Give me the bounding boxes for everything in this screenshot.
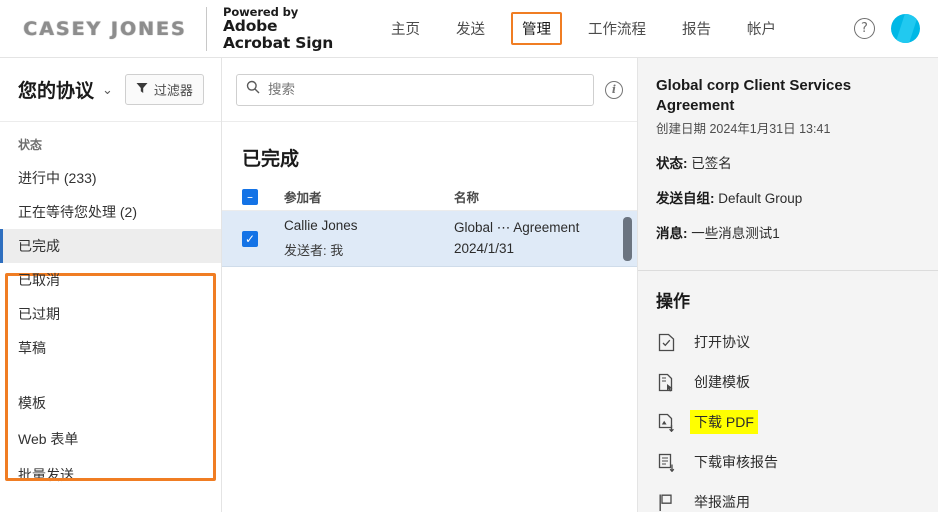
row-sender: 发送者: 我 — [284, 242, 344, 258]
search-icon — [246, 80, 260, 99]
agreements-table: – 参加者 名称 ✓ Callie Jones 发送者: 我 Global ⋯ … — [222, 183, 637, 267]
detail-value-group: Default Group — [718, 191, 803, 206]
select-all-checkbox[interactable]: – — [242, 188, 258, 205]
table-header-row: – 参加者 名称 — [222, 183, 637, 211]
sidebar-item-draft[interactable]: 草稿 — [0, 331, 221, 365]
detail-label-status: 状态: — [656, 156, 688, 171]
document-cursor-icon — [656, 372, 676, 392]
status-section-label: 状态 — [18, 138, 43, 152]
info-icon[interactable]: i — [605, 80, 623, 99]
search-row: i — [222, 58, 637, 122]
detail-field-group: 发送自组: Default Group — [656, 187, 920, 207]
table-scrollbar-thumb[interactable] — [623, 217, 632, 261]
sidebar-item-in-progress[interactable]: 进行中 (233) — [0, 161, 221, 195]
document-check-icon — [656, 332, 676, 352]
detail-field-status: 状态: 已签名 — [656, 152, 920, 172]
action-report-abuse[interactable]: 举报滥用 — [638, 482, 938, 512]
nav-item-workflow[interactable]: 工作流程 — [578, 12, 656, 45]
avatar[interactable] — [891, 14, 920, 43]
action-open-agreement[interactable]: 打开协议 — [638, 322, 938, 362]
filter-button-label: 过滤器 — [153, 83, 193, 98]
funnel-icon — [136, 81, 148, 99]
row-participant-name: Callie Jones — [284, 217, 358, 233]
list-title: 已完成 — [242, 149, 300, 170]
detail-value-status: 已签名 — [691, 156, 732, 171]
action-create-template[interactable]: 创建模板 — [638, 362, 938, 402]
download-pdf-icon — [656, 412, 676, 432]
action-download-pdf-label: 下载 PDF — [690, 410, 758, 434]
row-checkbox[interactable]: ✓ — [242, 230, 258, 247]
action-download-audit-report[interactable]: 下载审核报告 — [638, 442, 938, 482]
download-report-icon — [656, 452, 676, 472]
chevron-down-icon[interactable]: ⌄ — [102, 82, 113, 98]
row-agreement-name: Global ⋯ Agreement — [454, 220, 580, 236]
nav-item-home[interactable]: 主页 — [381, 12, 430, 45]
actions-title: 操作 — [656, 292, 690, 311]
details-panel: Global corp Client Services Agreement 创建… — [638, 58, 938, 512]
status-list: 进行中 (233) 正在等待您处理 (2) 已完成 已取消 已过期 草稿 — [0, 161, 221, 481]
detail-label-message: 消息: — [656, 226, 688, 241]
page-title: 您的协议 — [18, 81, 95, 102]
action-report-abuse-label: 举报滥用 — [694, 494, 750, 510]
sidebar-item-waiting-for-you[interactable]: 正在等待您处理 (2) — [0, 195, 221, 229]
adobe-label: Adobe — [223, 16, 278, 35]
agreement-title: Global corp Client Services Agreement — [656, 77, 852, 114]
action-open-agreement-label: 打开协议 — [694, 334, 750, 350]
sidebar-item-expired[interactable]: 已过期 — [0, 297, 221, 331]
sidebar-item-web-forms[interactable]: Web 表单 — [0, 421, 221, 457]
nav-item-reports[interactable]: 报告 — [672, 12, 721, 45]
action-create-template-label: 创建模板 — [694, 374, 750, 390]
main-navigation: 主页 发送 管理 工作流程 报告 帐户 — [373, 0, 794, 58]
nav-item-send[interactable]: 发送 — [446, 12, 495, 45]
sidebar-item-templates[interactable]: 模板 — [0, 385, 221, 421]
help-icon[interactable]: ? — [854, 18, 875, 39]
detail-value-message: 一些消息测试1 — [691, 226, 780, 241]
details-header: Global corp Client Services Agreement 创建… — [638, 58, 938, 258]
top-bar: CASEY JONES Powered by Adobe Acrobat Sig… — [0, 0, 938, 58]
sidebar-divider-gap — [0, 365, 221, 385]
action-download-pdf[interactable]: 下载 PDF — [638, 402, 938, 442]
checkbox-indeterminate-icon: – — [247, 189, 253, 204]
search-box[interactable] — [236, 73, 594, 106]
row-agreement-date: 2024/1/31 — [454, 240, 515, 256]
sidebar-header: 您的协议 ⌄ 过滤器 — [0, 58, 221, 122]
column-header-name[interactable]: 名称 — [454, 187, 637, 206]
sidebar-item-cancelled[interactable]: 已取消 — [0, 263, 221, 297]
search-input[interactable] — [268, 82, 584, 97]
row-name-cell: Global ⋯ Agreement 2024/1/31 — [454, 218, 637, 259]
filter-button[interactable]: 过滤器 — [124, 74, 204, 105]
sidebar-item-completed[interactable]: 已完成 — [0, 229, 221, 263]
top-bar-right: ? — [854, 14, 920, 43]
acrobat-sign-label: Acrobat Sign — [223, 33, 334, 52]
agreement-created-date: 创建日期 2024年1月31日 13:41 — [656, 122, 831, 136]
nav-item-manage[interactable]: 管理 — [511, 12, 563, 45]
sidebar-item-bulk-send[interactable]: 批量发送 — [0, 457, 221, 493]
casey-jones-logo: CASEY JONES — [23, 17, 187, 40]
flag-icon — [656, 492, 676, 512]
brand-divider — [206, 6, 207, 51]
sidebar: 您的协议 ⌄ 过滤器 状态 进行中 (233) 正在等待您处理 (2) 已完成 … — [0, 58, 222, 512]
row-participant-cell: Callie Jones 发送者: 我 — [284, 214, 454, 263]
action-download-audit-report-label: 下载审核报告 — [694, 454, 778, 470]
detail-label-group: 发送自组: — [656, 191, 715, 206]
table-row[interactable]: ✓ Callie Jones 发送者: 我 Global ⋯ Agreement… — [222, 211, 637, 267]
app-root: CASEY JONES Powered by Adobe Acrobat Sig… — [0, 0, 938, 512]
column-header-participant[interactable]: 参加者 — [284, 187, 454, 206]
detail-field-message: 消息: 一些消息测试1 — [656, 222, 920, 242]
checkbox-check-icon: ✓ — [244, 231, 256, 246]
nav-item-account[interactable]: 帐户 — [737, 12, 786, 45]
main-content: i 已完成 – 参加者 名称 ✓ Callie Jones 发送者: 我 — [222, 58, 638, 512]
powered-by-adobe-acrobat-sign: Powered by Adobe Acrobat Sign — [223, 5, 334, 52]
